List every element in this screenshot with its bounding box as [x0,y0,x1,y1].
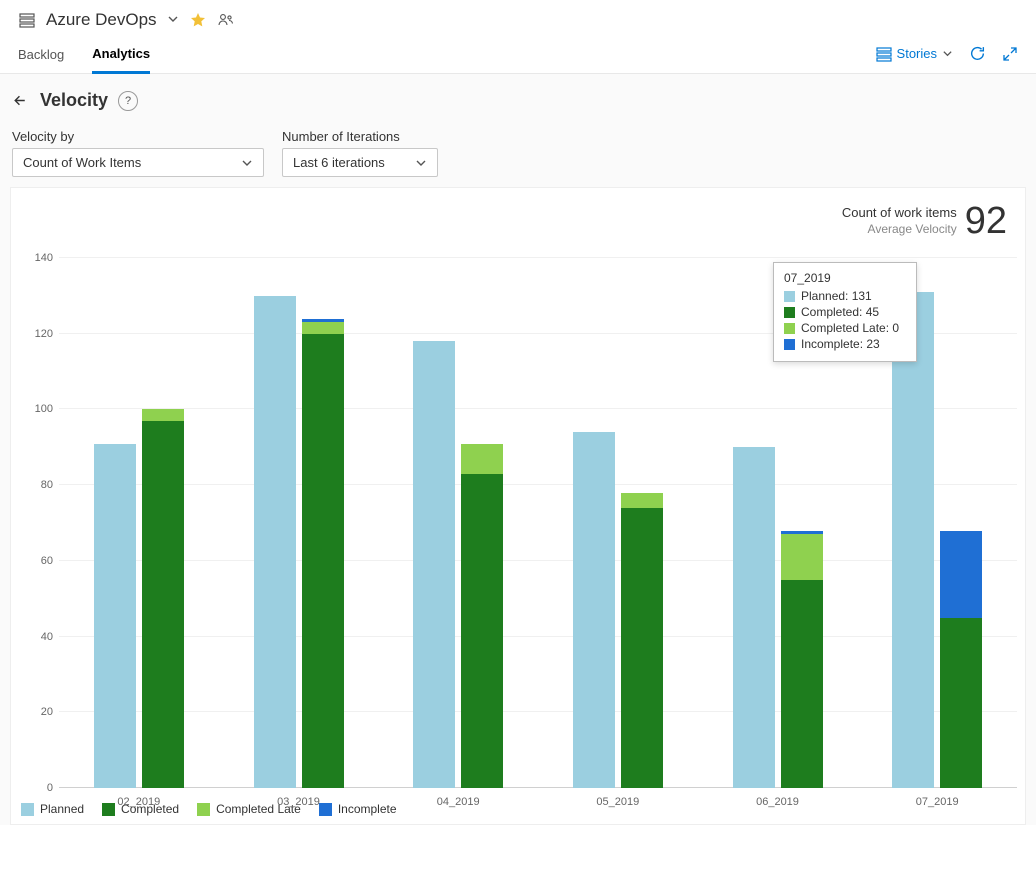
workspace-title[interactable]: Azure DevOps [46,10,157,30]
fullscreen-icon[interactable] [1002,46,1018,62]
legend-label: Incomplete [338,802,397,816]
bar-planned[interactable] [733,447,775,788]
bar-stack[interactable] [142,409,184,788]
bar-segment-completed-late [461,444,503,474]
stories-selector[interactable]: Stories [876,46,953,62]
chevron-down-icon[interactable] [167,13,179,28]
bar-segment-completed-late [781,534,823,579]
bar-segment-completed [940,618,982,788]
velocity-chart: 02040608010012014002_201903_201904_20190… [59,258,1017,788]
bar-stack[interactable] [940,531,982,788]
tooltip-label: Planned: 131 [801,289,872,303]
bar-segment-completed [142,421,184,788]
x-tick: 07_2019 [916,796,959,808]
y-tick: 120 [35,328,53,340]
bar-segment-completed [461,474,503,788]
backlog-icon [18,11,36,29]
y-tick: 140 [35,252,53,264]
page-content: Velocity ? Velocity by Count of Work Ite… [0,74,1036,825]
bar-group: 03_2019 [219,258,379,788]
tooltip-title: 07_2019 [784,271,906,285]
bar-planned[interactable] [254,296,296,788]
tooltip-swatch [784,339,795,350]
bar-segment-completed [781,580,823,788]
summary-value: 92 [965,200,1007,243]
filters-row: Velocity by Count of Work Items Number o… [10,115,1026,187]
bar-stack[interactable] [621,493,663,788]
tooltip-label: Completed Late: 0 [801,321,899,335]
legend-label: Planned [40,802,84,816]
tooltip-swatch [784,291,795,302]
y-tick: 60 [41,555,53,567]
page-title: Velocity [40,90,108,111]
legend-item[interactable]: Incomplete [319,802,397,816]
bar-segment-incomplete [940,531,982,618]
bar-group: 04_2019 [378,258,538,788]
tooltip-label: Incomplete: 23 [801,337,880,351]
bar-planned[interactable] [413,341,455,788]
bar-segment-completed-late [142,409,184,420]
tooltip-swatch [784,307,795,318]
bar-segment-completed [302,334,344,788]
velocity-by-value: Count of Work Items [23,155,141,170]
bar-segment-completed-late [302,322,344,333]
workspace-bar: Azure DevOps [0,0,1036,40]
bar-segment-completed [621,508,663,788]
y-tick: 80 [41,479,53,491]
tooltip-row: Completed Late: 0 [784,321,906,335]
legend-swatch [21,803,34,816]
x-tick: 03_2019 [277,796,320,808]
summary-line2: Average Velocity [842,222,957,238]
team-icon[interactable] [217,11,235,29]
x-tick: 04_2019 [437,796,480,808]
tabs-bar: Backlog Analytics Stories [0,40,1036,74]
tab-backlog[interactable]: Backlog [18,41,64,72]
x-tick: 06_2019 [756,796,799,808]
bar-group: 02_2019 [59,258,219,788]
y-tick: 0 [47,782,53,794]
legend-swatch [319,803,332,816]
iterations-select[interactable]: Last 6 iterations [282,148,438,177]
bar-stack[interactable] [302,319,344,788]
legend-item[interactable]: Planned [21,802,84,816]
summary-line1: Count of work items [842,205,957,222]
chart-legend: PlannedCompletedCompleted LateIncomplete [19,788,1017,816]
x-tick: 02_2019 [117,796,160,808]
tooltip-label: Completed: 45 [801,305,879,319]
velocity-by-select[interactable]: Count of Work Items [12,148,264,177]
legend-swatch [102,803,115,816]
refresh-icon[interactable] [969,45,986,62]
bar-segment-completed-late [621,493,663,508]
bar-planned[interactable] [94,444,136,789]
bar-planned[interactable] [892,292,934,788]
bar-stack[interactable] [781,531,823,788]
back-icon[interactable] [12,92,30,110]
iterations-value: Last 6 iterations [293,155,385,170]
tooltip-swatch [784,323,795,334]
tooltip-row: Completed: 45 [784,305,906,319]
help-icon[interactable]: ? [118,91,138,111]
velocity-chart-card: Count of work items Average Velocity 92 … [10,187,1026,825]
iterations-label: Number of Iterations [282,129,438,144]
stories-label: Stories [897,46,937,61]
bar-planned[interactable] [573,432,615,788]
bar-group: 05_2019 [538,258,698,788]
x-tick: 05_2019 [596,796,639,808]
tooltip-row: Incomplete: 23 [784,337,906,351]
bar-stack[interactable] [461,444,503,789]
legend-swatch [197,803,210,816]
y-tick: 40 [41,631,53,643]
y-tick: 20 [41,706,53,718]
star-icon[interactable] [189,11,207,29]
tooltip-row: Planned: 131 [784,289,906,303]
y-tick: 100 [35,403,53,415]
velocity-by-label: Velocity by [12,129,264,144]
chart-tooltip: 07_2019 Planned: 131 Completed: 45 Complete… [773,262,917,362]
tab-analytics[interactable]: Analytics [92,40,150,74]
